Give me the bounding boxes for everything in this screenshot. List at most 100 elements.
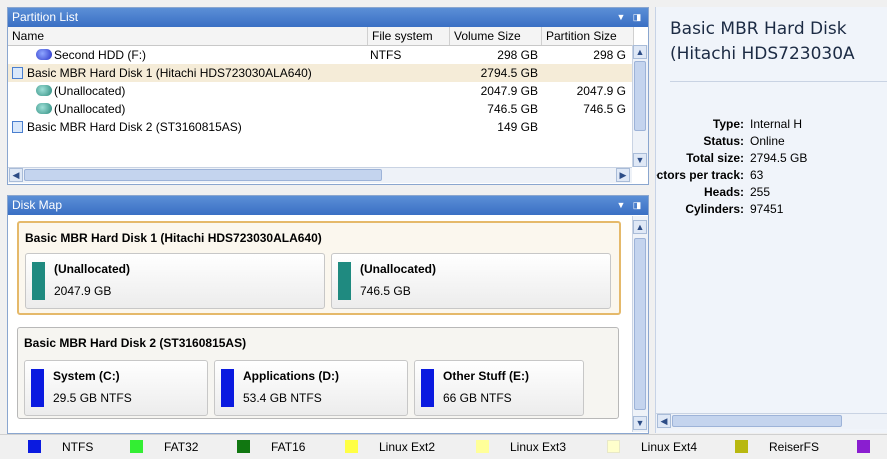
row-volume-size: 2047.9 GB: [480, 84, 538, 98]
row-volume-size: 746.5 GB: [487, 102, 538, 116]
scroll-right-icon[interactable]: ▶: [616, 168, 630, 182]
property-value: Online: [750, 134, 785, 148]
row-name: (Unallocated): [54, 84, 126, 98]
partition-color-swatch: [32, 262, 45, 300]
property-type: Type: Internal H: [656, 117, 887, 131]
property-key: Sectors per track:: [656, 168, 744, 182]
disk-map-partition[interactable]: Other Stuff (E:) 66 GB NTFS: [414, 360, 584, 416]
property-value: 97451: [750, 202, 784, 216]
row-volume-size: 2794.5 GB: [480, 66, 538, 80]
row-name: Basic MBR Hard Disk 2 (ST3160815AS): [27, 120, 242, 134]
scroll-up-icon[interactable]: ▲: [633, 220, 647, 234]
column-header-volume-size[interactable]: Volume Size: [450, 27, 542, 45]
disk-map-partition[interactable]: Applications (D:) 53.4 GB NTFS: [214, 360, 408, 416]
property-value: Internal H: [750, 117, 803, 131]
table-row[interactable]: Second HDD (F:) NTFS 298 GB 298 G: [8, 46, 634, 64]
partition-list-horizontal-scrollbar[interactable]: ◀ ▶: [8, 167, 632, 183]
file-system-legend: NTFS FAT32 FAT16 Linux Ext2 Linux Ext3 L…: [0, 434, 887, 459]
property-key: Total size:: [686, 151, 744, 165]
disk-map-title-bar: Disk Map ▼ ◨: [8, 196, 648, 215]
partition-list-panel: Partition List ▼ ◨ Name File system Volu…: [7, 7, 649, 185]
partition-name: Applications (D:): [243, 369, 339, 383]
legend-swatch: [735, 440, 748, 453]
legend-swatch: [237, 440, 250, 453]
panel-menu-icon[interactable]: ▼: [614, 8, 628, 27]
property-value: 255: [750, 185, 771, 199]
row-name: Second HDD (F:): [54, 48, 147, 62]
disk-map-partition[interactable]: (Unallocated) 746.5 GB: [331, 253, 611, 309]
row-volume-size: 149 GB: [497, 120, 538, 134]
legend-label: NTFS: [62, 440, 94, 454]
legend-swatch: [345, 440, 358, 453]
table-row[interactable]: (Unallocated) 2047.9 GB 2047.9 G: [8, 82, 634, 100]
properties-panel: Basic MBR Hard Disk (Hitachi HDS723030A …: [655, 7, 887, 433]
property-value: 63: [750, 168, 764, 182]
disk-map-title: Disk Map: [12, 198, 63, 212]
panel-pin-icon[interactable]: ◨: [630, 196, 644, 215]
table-row[interactable]: (Unallocated) 746.5 GB 746.5 G: [8, 100, 634, 118]
property-key: Cylinders:: [685, 202, 744, 216]
row-partition-size: 2047.9 G: [576, 84, 626, 98]
property-key: Heads:: [703, 185, 744, 199]
row-file-system: [370, 100, 448, 118]
row-partition-size: [542, 64, 626, 82]
legend-label: FAT32: [164, 440, 199, 454]
partition-icon: [36, 49, 52, 60]
properties-title: Basic MBR Hard Disk (Hitachi HDS723030A: [670, 17, 855, 67]
row-name: (Unallocated): [54, 102, 126, 116]
table-row[interactable]: Basic MBR Hard Disk 1 (Hitachi HDS723030…: [8, 64, 634, 82]
partition-name: System (C:): [53, 369, 120, 383]
row-file-system: [370, 118, 448, 136]
partition-info: 53.4 GB NTFS: [243, 391, 322, 405]
scroll-up-icon[interactable]: ▲: [633, 45, 647, 59]
scroll-down-icon[interactable]: ▼: [633, 416, 647, 430]
partition-color-swatch: [421, 369, 434, 407]
legend-swatch: [857, 440, 870, 453]
column-header-partition-size[interactable]: Partition Size: [542, 27, 634, 45]
properties-divider: [670, 81, 887, 82]
row-volume-size: 298 GB: [497, 48, 538, 62]
panel-menu-icon[interactable]: ▼: [614, 196, 628, 215]
scroll-left-icon[interactable]: ◀: [9, 168, 23, 182]
partition-list-header: Name File system Volume Size Partition S…: [8, 27, 634, 46]
row-partition-size: 746.5 G: [583, 102, 626, 116]
legend-swatch: [607, 440, 620, 453]
row-name: Basic MBR Hard Disk 1 (Hitachi HDS723030…: [27, 66, 312, 80]
panel-pin-icon[interactable]: ◨: [630, 8, 644, 27]
property-value: 2794.5 GB: [750, 151, 808, 165]
property-sectors-per-track: Sectors per track: 63: [656, 168, 887, 182]
scrollbar-thumb[interactable]: [672, 415, 842, 427]
column-header-name[interactable]: Name: [8, 27, 368, 45]
partition-list-vertical-scrollbar[interactable]: ▲ ▼: [632, 45, 648, 167]
property-heads: Heads: 255: [656, 185, 887, 199]
partition-name: Other Stuff (E:): [443, 369, 529, 383]
property-key: Status:: [703, 134, 744, 148]
scroll-down-icon[interactable]: ▼: [633, 153, 647, 167]
legend-label: Linux Ext4: [641, 440, 698, 454]
disk-map-partition[interactable]: (Unallocated) 2047.9 GB: [25, 253, 325, 309]
disk-map-vertical-scrollbar[interactable]: ▲ ▼: [632, 216, 648, 432]
disk-map-partition[interactable]: System (C:) 29.5 GB NTFS: [24, 360, 208, 416]
partition-name: (Unallocated): [54, 262, 131, 276]
row-partition-size: 298 G: [593, 48, 626, 62]
partition-color-swatch: [338, 262, 351, 300]
legend-swatch: [476, 440, 489, 453]
column-header-file-system[interactable]: File system: [368, 27, 450, 45]
scrollbar-thumb[interactable]: [634, 61, 646, 131]
properties-horizontal-scrollbar[interactable]: ◀: [656, 413, 887, 429]
disk-map-disk-1[interactable]: Basic MBR Hard Disk 1 (Hitachi HDS723030…: [17, 221, 621, 315]
partition-color-swatch: [221, 369, 234, 407]
partition-info: 66 GB NTFS: [443, 391, 512, 405]
property-status: Status: Online: [656, 134, 887, 148]
scrollbar-thumb[interactable]: [634, 238, 646, 410]
partition-info: 746.5 GB: [360, 284, 411, 298]
disk-map-disk-2[interactable]: Basic MBR Hard Disk 2 (ST3160815AS) Syst…: [17, 327, 619, 419]
partition-icon: [36, 103, 52, 114]
scrollbar-thumb[interactable]: [24, 169, 382, 181]
disk-title: Basic MBR Hard Disk 2 (ST3160815AS): [24, 336, 247, 350]
table-row[interactable]: Basic MBR Hard Disk 2 (ST3160815AS) 149 …: [8, 118, 634, 136]
row-partition-size: [542, 118, 626, 136]
legend-swatch: [130, 440, 143, 453]
scroll-left-icon[interactable]: ◀: [657, 414, 671, 428]
property-key: Type:: [712, 117, 744, 131]
